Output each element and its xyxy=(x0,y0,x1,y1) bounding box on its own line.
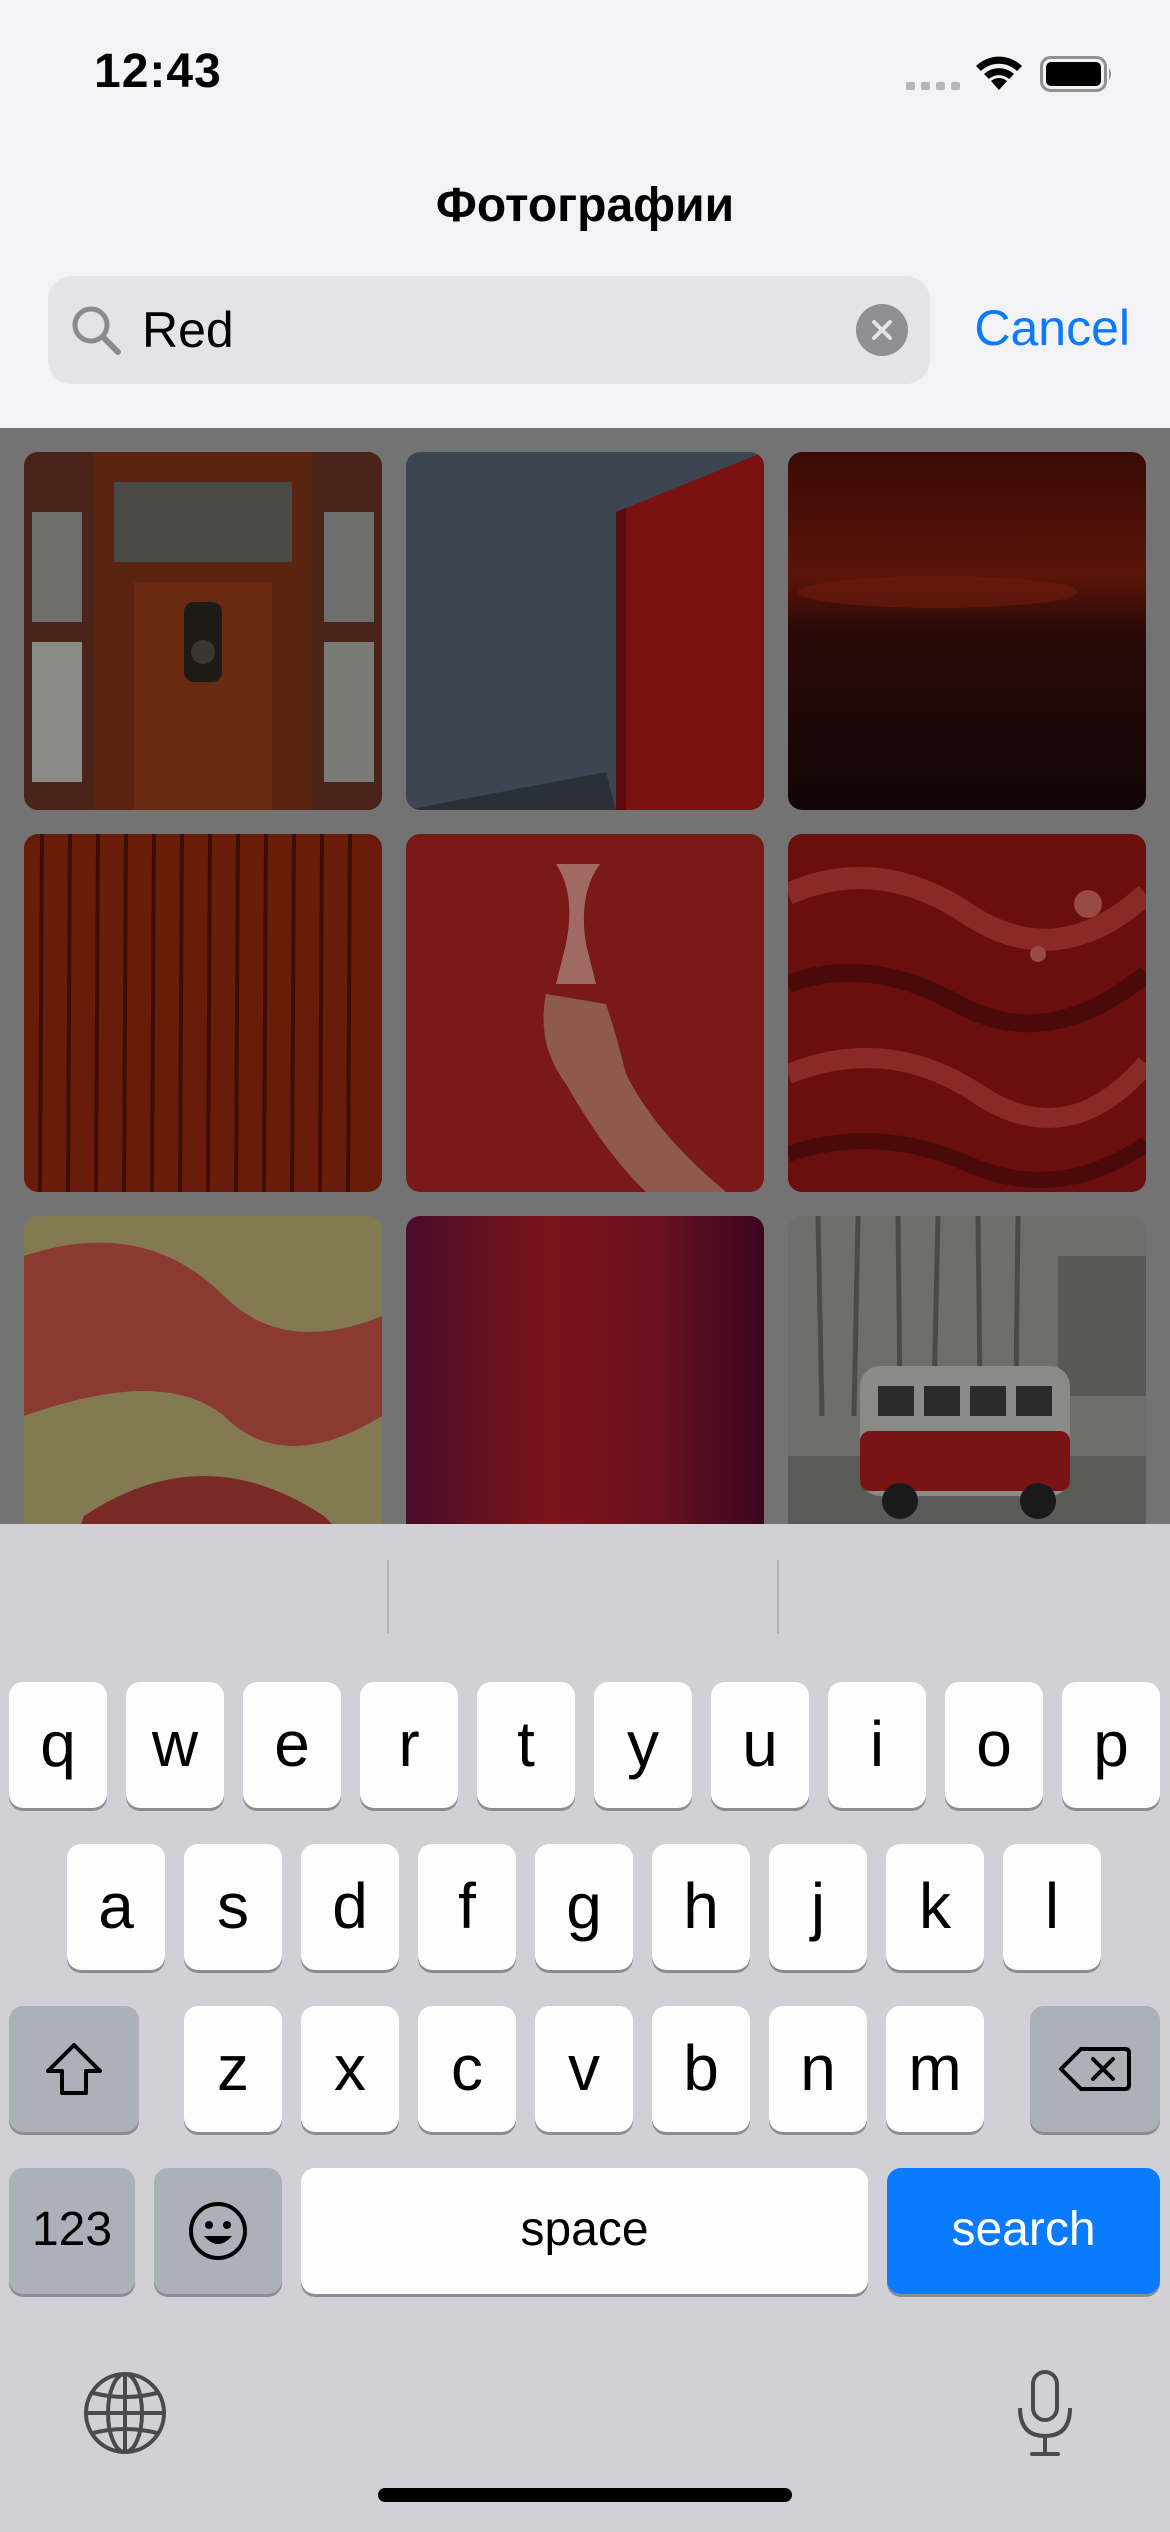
page-title: Фотографии xyxy=(435,179,735,232)
space-key[interactable]: space xyxy=(301,2168,868,2294)
photo-thumbnail[interactable] xyxy=(24,834,382,1192)
photo-thumbnail[interactable] xyxy=(788,834,1146,1192)
close-icon xyxy=(872,320,892,340)
key-f[interactable]: f xyxy=(418,1844,516,1970)
key-t[interactable]: t xyxy=(477,1682,575,1808)
screen: 12:43 Фотографии Cancel xyxy=(0,0,1170,2532)
key-o[interactable]: o xyxy=(945,1682,1043,1808)
key-m[interactable]: m xyxy=(886,2006,984,2132)
key-w[interactable]: w xyxy=(126,1682,224,1808)
key-x[interactable]: x xyxy=(301,2006,399,2132)
photo-thumbnail[interactable] xyxy=(406,834,764,1192)
photo-thumbnail[interactable] xyxy=(406,452,764,810)
photo-thumbnail[interactable] xyxy=(788,1216,1146,1524)
photo-thumbnail[interactable] xyxy=(406,1216,764,1524)
key-z[interactable]: z xyxy=(184,2006,282,2132)
key-j[interactable]: j xyxy=(769,1844,867,1970)
photo-thumbnail[interactable] xyxy=(24,452,382,810)
key-y[interactable]: y xyxy=(594,1682,692,1808)
clear-search-button[interactable] xyxy=(856,304,908,356)
photo-thumbnail[interactable] xyxy=(788,452,1146,810)
search-icon xyxy=(72,306,121,355)
globe-icon[interactable] xyxy=(80,2368,170,2458)
photo-grid xyxy=(0,428,1170,1524)
key-a[interactable]: a xyxy=(67,1844,165,1970)
home-indicator[interactable] xyxy=(378,2488,792,2502)
cancel-button[interactable]: Cancel xyxy=(950,296,1130,360)
key-s[interactable]: s xyxy=(184,1844,282,1970)
key-q[interactable]: q xyxy=(9,1682,107,1808)
delete-key[interactable] xyxy=(1030,2006,1160,2132)
wifi-icon xyxy=(976,56,1022,90)
key-h[interactable]: h xyxy=(652,1844,750,1970)
delete-icon xyxy=(1059,2047,1131,2091)
key-k[interactable]: k xyxy=(886,1844,984,1970)
search-field[interactable] xyxy=(48,276,930,384)
emoji-key[interactable] xyxy=(154,2168,282,2294)
key-i[interactable]: i xyxy=(828,1682,926,1808)
shift-key[interactable] xyxy=(9,2006,139,2132)
emoji-icon xyxy=(189,2202,247,2260)
numbers-key[interactable]: 123 xyxy=(9,2168,135,2294)
suggestion-divider xyxy=(777,1560,779,1634)
status-bar: 12:43 xyxy=(0,0,1170,140)
key-l[interactable]: l xyxy=(1003,1844,1101,1970)
key-b[interactable]: b xyxy=(652,2006,750,2132)
key-e[interactable]: e xyxy=(243,1682,341,1808)
key-n[interactable]: n xyxy=(769,2006,867,2132)
key-d[interactable]: d xyxy=(301,1844,399,1970)
suggestion-divider xyxy=(387,1560,389,1634)
search-input[interactable] xyxy=(142,298,842,362)
key-g[interactable]: g xyxy=(535,1844,633,1970)
battery-icon xyxy=(1040,56,1111,92)
key-r[interactable]: r xyxy=(360,1682,458,1808)
shift-icon xyxy=(46,2043,102,2095)
keyboard: q w e r t y u i o p a s d f g h j k l z … xyxy=(0,1524,1170,2532)
cellular-signal-icon xyxy=(906,82,960,90)
key-c[interactable]: c xyxy=(418,2006,516,2132)
key-v[interactable]: v xyxy=(535,2006,633,2132)
key-p[interactable]: p xyxy=(1062,1682,1160,1808)
status-time: 12:43 xyxy=(94,45,222,98)
key-u[interactable]: u xyxy=(711,1682,809,1808)
microphone-icon[interactable] xyxy=(1000,2368,1090,2458)
search-key[interactable]: search xyxy=(887,2168,1160,2294)
photo-thumbnail[interactable] xyxy=(24,1216,382,1524)
